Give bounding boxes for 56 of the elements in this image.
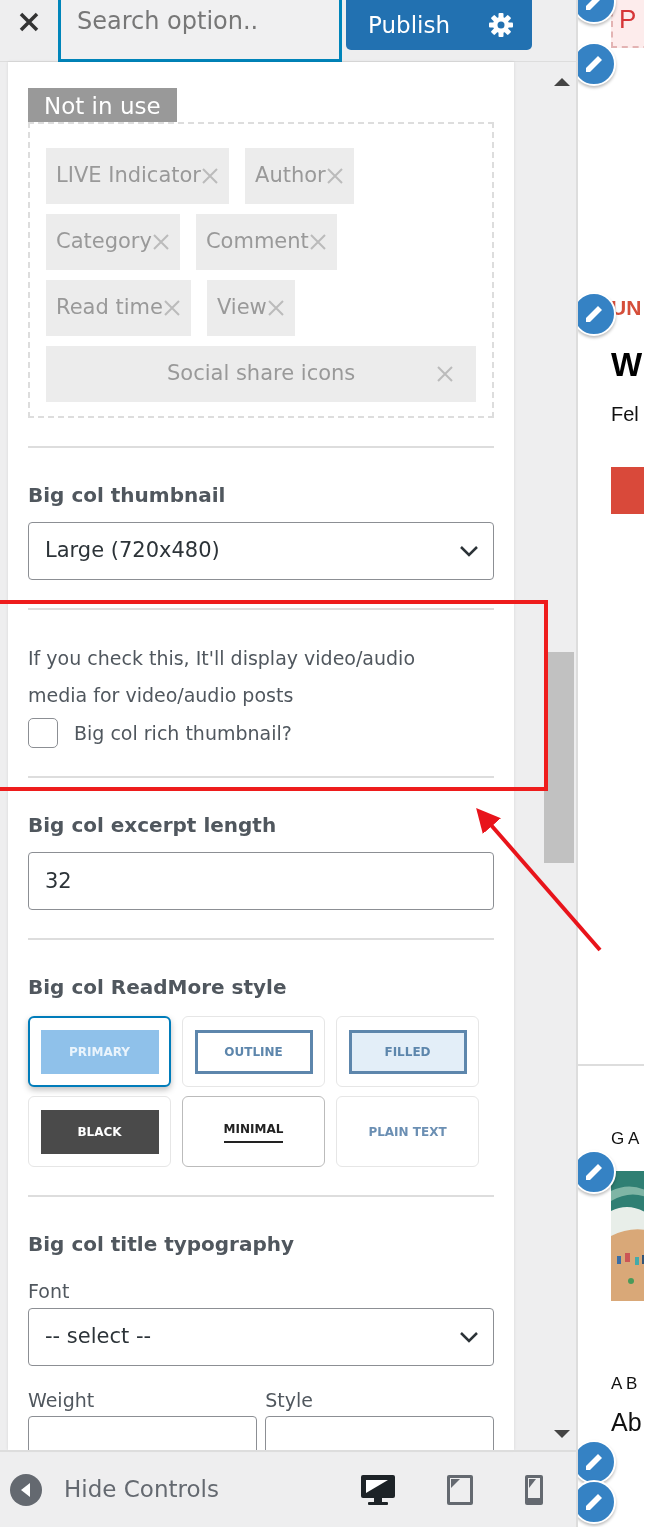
edit-button[interactable] <box>578 42 616 86</box>
thumbnail-select[interactable]: Large (720x480) <box>28 522 495 580</box>
unused-item[interactable]: Social share icons <box>46 346 477 402</box>
style-option[interactable]: OUTLINE <box>182 1016 325 1087</box>
chevron-down-icon <box>459 1330 480 1343</box>
field-label: Big col excerpt length <box>28 812 278 839</box>
edit-button[interactable] <box>578 1480 616 1524</box>
field-label: Weight <box>28 1387 96 1413</box>
style-option[interactable]: PLAIN TEXT <box>336 1096 479 1167</box>
style-option[interactable]: FILLED <box>336 1016 479 1087</box>
unused-item[interactable]: Read time <box>46 280 191 336</box>
close-icon <box>18 11 40 33</box>
hide-controls-button[interactable]: Hide Controls <box>10 1472 219 1507</box>
field-label: Big col thumbnail <box>28 482 227 509</box>
pencil-icon <box>586 306 602 322</box>
checkbox-field[interactable]: Big col rich thumbnail? <box>28 718 495 748</box>
read-more-button[interactable] <box>611 466 644 514</box>
font-select[interactable]: -- select -- <box>28 1307 495 1366</box>
placeholder-badge: P <box>611 0 644 48</box>
collapse-icon <box>10 1473 42 1506</box>
section-label: Not in use <box>28 88 177 122</box>
search-field[interactable]: Search option.. <box>58 0 342 62</box>
field-label: Big col title typography <box>28 1231 296 1258</box>
edit-button[interactable] <box>578 1150 616 1194</box>
category-label: A B <box>611 1373 639 1395</box>
unused-item[interactable]: Category <box>46 214 180 270</box>
field-label: Big col ReadMore style <box>28 974 288 1001</box>
field-label: Style <box>265 1387 314 1413</box>
category-label: G A <box>611 1127 641 1150</box>
desktop-icon <box>360 1473 396 1506</box>
post-meta: Fel <box>611 401 640 427</box>
post-title: Ab <box>611 1408 643 1436</box>
pencil-icon <box>586 1494 602 1510</box>
tablet-icon <box>446 1473 474 1506</box>
unused-item[interactable]: View <box>206 280 295 336</box>
scrollbar-thumb[interactable] <box>544 652 574 863</box>
unused-item[interactable]: Comment <box>195 214 337 270</box>
post-heading: W <box>611 347 644 381</box>
description-text: If you check this, It'll display video/audio media for video/audio posts <box>28 646 417 708</box>
scroll-down-icon[interactable] <box>554 1430 571 1440</box>
publish-button[interactable]: Publish <box>346 0 532 50</box>
unused-item[interactable]: Author <box>245 148 354 204</box>
scroll-up-icon[interactable] <box>554 76 571 86</box>
edit-button[interactable] <box>578 1440 616 1484</box>
device-button[interactable] <box>360 1473 396 1506</box>
mobile-icon <box>524 1473 544 1506</box>
style-option[interactable]: BLACK <box>28 1096 171 1167</box>
style-option[interactable]: MINIMAL <box>182 1096 325 1167</box>
pencil-icon <box>586 1164 602 1180</box>
style-option[interactable]: PRIMARY <box>28 1016 171 1087</box>
pencil-icon <box>586 1454 602 1470</box>
field-label: Font <box>28 1279 71 1304</box>
unused-item[interactable]: LIVE Indicator <box>46 148 229 204</box>
chevron-down-icon <box>459 545 480 557</box>
pencil-icon <box>586 56 602 72</box>
excerpt-field[interactable]: 32 <box>28 852 495 910</box>
